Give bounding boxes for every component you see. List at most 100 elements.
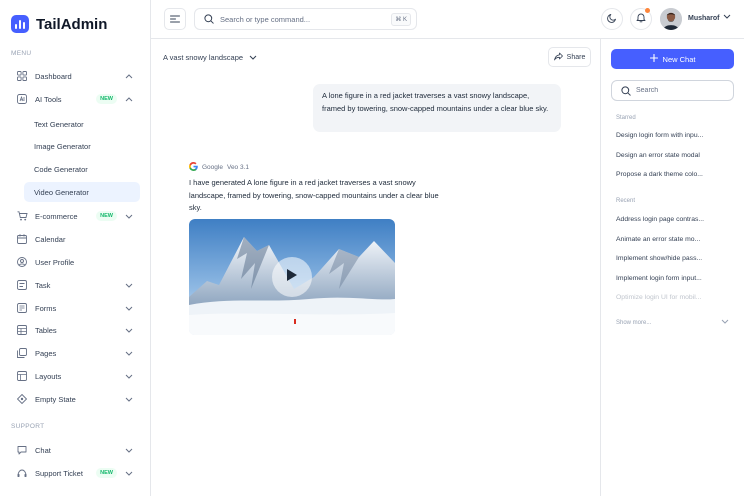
sidebar-item-ai-tools[interactable]: AI Tools NEW [10, 89, 140, 109]
chevron-down-icon [721, 319, 729, 326]
sidebar-item-user-profile[interactable]: User Profile [10, 252, 140, 272]
chevron-down-icon [123, 351, 135, 356]
moon-icon [607, 10, 617, 28]
recent-chat-item[interactable]: Optimize login UI for mobil... [616, 294, 711, 301]
recent-chat-item[interactable]: Address login page contras... [616, 216, 711, 223]
new-badge: NEW [96, 211, 117, 221]
subitem-code-generator[interactable]: Code Generator [24, 159, 140, 179]
app-name: TailAdmin [36, 15, 108, 33]
empty-state-icon [17, 394, 33, 404]
user-circle-icon [17, 257, 33, 267]
new-chat-label: New Chat [662, 54, 696, 64]
sidebar-toggle-button[interactable] [164, 8, 186, 30]
chevron-down-icon [123, 214, 135, 219]
new-badge: NEW [96, 94, 117, 104]
command-search-input[interactable] [220, 14, 380, 24]
recent-chat-item[interactable]: Implement login form input... [616, 275, 711, 282]
sidebar-item-label: Calendar [35, 234, 66, 244]
sidebar-item-label: Dashboard [35, 71, 72, 81]
sidebar-item-label: Tables [35, 325, 57, 335]
chat-title: A vast snowy landscape [163, 53, 244, 62]
new-chat-button[interactable]: New Chat [611, 49, 734, 69]
menu-icon [170, 10, 180, 28]
play-button[interactable] [272, 257, 312, 297]
user-message-text: A lone figure in a red jacket traverses … [322, 91, 549, 113]
app-logo[interactable]: TailAdmin [11, 15, 107, 33]
recent-chat-item[interactable]: Implement show/hide pass... [616, 255, 711, 262]
subitem-video-generator[interactable]: Video Generator [24, 182, 140, 202]
starred-chat-item[interactable]: Design login form with inpu... [616, 132, 711, 139]
avatar-image [660, 8, 682, 30]
recent-chat-item[interactable]: Animate an error state mo... [616, 236, 711, 243]
play-icon [286, 268, 298, 287]
theme-toggle-button[interactable] [601, 8, 623, 30]
plus-icon [649, 53, 658, 64]
sidebar-item-layouts[interactable]: Layouts [10, 366, 140, 386]
chevron-down-icon [249, 53, 257, 62]
sidebar-item-support-ticket[interactable]: Support Ticket NEW [10, 463, 140, 483]
sidebar-item-label: Pages [35, 348, 57, 358]
forms-icon [17, 303, 33, 313]
chat-icon [17, 445, 33, 455]
cart-icon [17, 211, 33, 221]
sidebar-item-calendar[interactable]: Calendar [10, 229, 140, 249]
chat-history-panel: New Chat Starred Design login form with … [600, 39, 744, 496]
generated-video-player[interactable] [189, 219, 395, 335]
menu-section-label: MENU [11, 50, 32, 57]
sidebar-item-label: Support Ticket [35, 468, 83, 478]
chevron-down-icon [123, 306, 135, 311]
search-icon [621, 85, 631, 96]
ai-provider: Google [202, 164, 223, 171]
sidebar-item-empty-state[interactable]: Empty State [10, 389, 140, 409]
sidebar-item-chat[interactable]: Chat [10, 440, 140, 460]
show-more-button[interactable]: Show more... [616, 319, 729, 326]
google-logo-icon [189, 162, 198, 173]
sidebar-item-label: E-commerce [35, 211, 78, 221]
subitem-text-generator[interactable]: Text Generator [24, 114, 140, 134]
new-badge: NEW [96, 468, 117, 478]
chevron-up-icon [123, 73, 135, 79]
share-button[interactable]: Share [548, 47, 591, 67]
sidebar-item-label: User Profile [35, 257, 75, 267]
subitem-image-generator[interactable]: Image Generator [24, 136, 140, 156]
support-section-label: SUPPORT [11, 423, 45, 430]
sidebar-item-label: Task [35, 280, 51, 290]
sidebar-item-forms[interactable]: Forms [10, 298, 140, 318]
layouts-icon [17, 371, 33, 381]
sidebar-item-pages[interactable]: Pages [10, 343, 140, 363]
sidebar-item-label: AI Tools [35, 94, 62, 104]
share-label: Share [566, 53, 586, 61]
ai-message-text: I have generated A lone figure in a red … [189, 178, 439, 212]
sidebar-item-e-commerce[interactable]: E-commerce NEW [10, 206, 140, 226]
sidebar-item-label: Forms [35, 303, 57, 313]
user-name[interactable]: Musharof [688, 15, 720, 22]
ai-icon [17, 94, 33, 104]
chevron-down-icon [123, 471, 135, 476]
chevron-down-icon [123, 328, 135, 333]
chevron-down-icon [123, 283, 135, 288]
sidebar-item-task[interactable]: Task [10, 275, 140, 295]
show-more-label: Show more... [616, 319, 652, 326]
shortcut-hint: ⌘ K [391, 13, 411, 26]
chevron-down-icon[interactable] [723, 14, 731, 19]
starred-chat-item[interactable]: Propose a dark theme colo... [616, 171, 711, 178]
command-search[interactable]: ⌘ K [194, 8, 417, 30]
chevron-down-icon [123, 397, 135, 402]
ai-model: Veo 3.1 [226, 164, 250, 171]
chat-search[interactable] [611, 80, 734, 101]
chat-search-input[interactable] [636, 87, 726, 94]
chevron-down-icon [123, 448, 135, 453]
avatar[interactable] [660, 8, 682, 30]
chevron-down-icon [123, 374, 135, 379]
task-icon [17, 280, 33, 290]
table-icon [17, 325, 33, 335]
chat-title-dropdown[interactable]: A vast snowy landscape [163, 53, 257, 62]
notifications-button[interactable] [630, 8, 652, 30]
calendar-icon [17, 234, 33, 244]
sidebar-item-dashboard[interactable]: Dashboard [10, 66, 140, 86]
starred-chat-item[interactable]: Design an error state modal [616, 152, 711, 159]
sidebar-item-tables[interactable]: Tables [10, 320, 140, 340]
ai-response-meta: Google Veo 3.1 [189, 162, 249, 173]
sidebar-item-label: Empty State [35, 394, 76, 404]
user-message-bubble: A lone figure in a red jacket traverses … [313, 84, 561, 132]
